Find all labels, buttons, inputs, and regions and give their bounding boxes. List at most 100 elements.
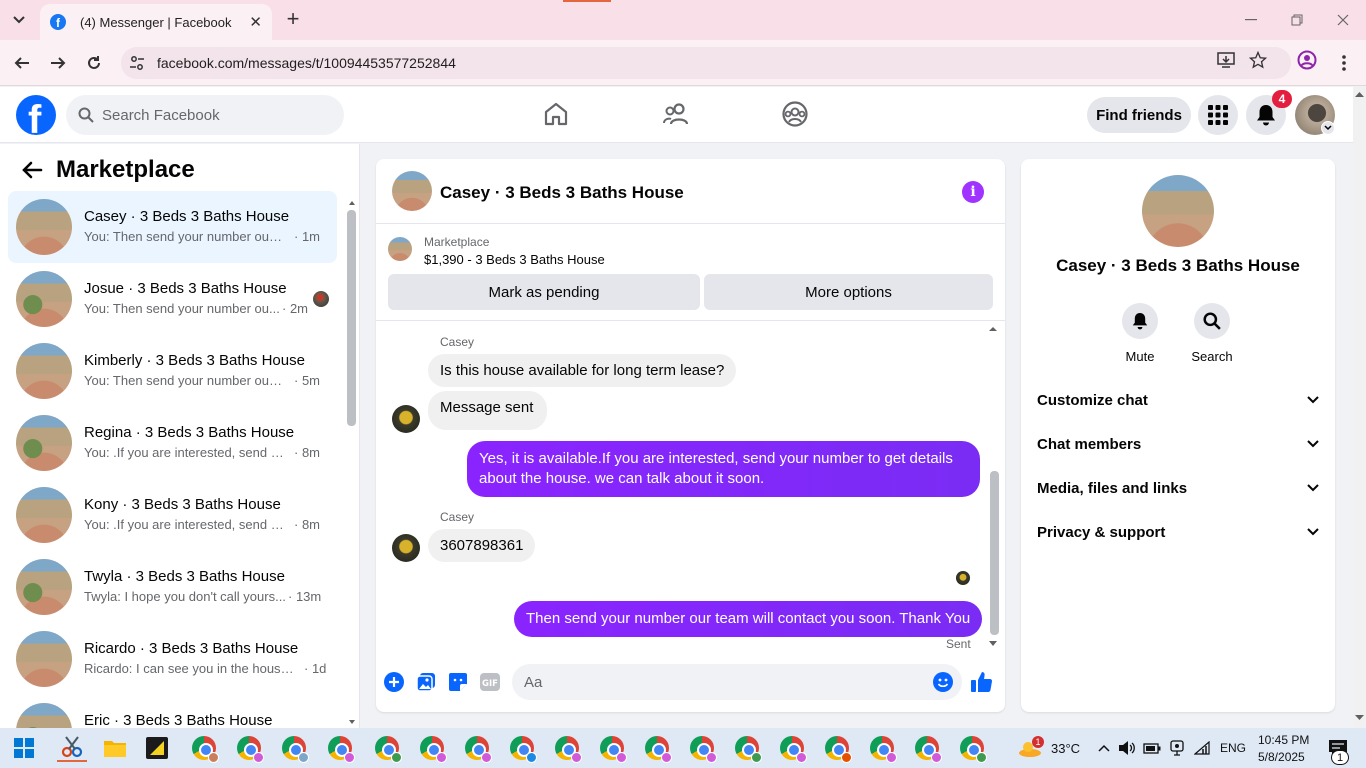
mute-button[interactable]: Mute (1110, 303, 1170, 364)
chrome-profile-icon[interactable] (552, 734, 582, 763)
conversation-item[interactable]: Josue · 3 Beds 3 Baths House You: Then s… (8, 263, 337, 335)
chrome-profile-icon[interactable] (822, 734, 852, 763)
account-chevron-icon[interactable] (1321, 121, 1335, 135)
sticker-icon[interactable] (447, 671, 469, 693)
incoming-message[interactable]: Message sent (428, 391, 548, 430)
meet-now-icon[interactable] (1164, 734, 1190, 762)
message-sender: Casey (440, 510, 475, 524)
friends-icon[interactable] (661, 99, 691, 129)
volume-icon[interactable] (1114, 734, 1140, 762)
clock-date[interactable]: 5/8/2025 (1258, 750, 1305, 764)
chrome-profile-icon[interactable] (957, 734, 987, 763)
chrome-profile-icon[interactable] (867, 734, 897, 763)
emoji-icon[interactable] (932, 671, 954, 693)
mark-as-pending-button[interactable]: Mark as pending (388, 274, 700, 310)
forward-arrow-icon[interactable] (45, 50, 71, 76)
tab-search-chevron-icon[interactable] (6, 8, 32, 32)
conversation-item[interactable]: Kimberly · 3 Beds 3 Baths House You: The… (8, 335, 337, 407)
search-in-conversation-button[interactable]: Search (1182, 303, 1242, 364)
chrome-profile-icon[interactable] (732, 734, 762, 763)
conversation-item[interactable]: Casey · 3 Beds 3 Baths House You: Then s… (8, 191, 337, 263)
back-arrow-icon[interactable] (20, 158, 44, 182)
back-arrow-icon[interactable] (9, 50, 35, 76)
snipping-tool-icon[interactable] (57, 734, 87, 762)
plus-icon[interactable] (383, 671, 405, 693)
search-input[interactable] (102, 106, 322, 124)
restore-icon[interactable] (1274, 8, 1320, 32)
conversation-item[interactable]: Regina · 3 Beds 3 Baths House You: .If y… (8, 407, 337, 479)
chat-avatar[interactable] (392, 171, 432, 211)
browser-profile-icon[interactable] (1297, 50, 1317, 70)
chrome-profile-icon[interactable] (462, 734, 492, 763)
install-app-icon[interactable] (1216, 50, 1236, 70)
bell-icon[interactable] (1122, 303, 1158, 339)
conversation-item[interactable]: Eric · 3 Beds 3 Baths House (8, 695, 337, 728)
chrome-profile-icon[interactable] (325, 734, 355, 763)
contact-avatar[interactable] (1142, 175, 1214, 247)
browser-menu-icon[interactable] (1334, 53, 1354, 73)
minimize-icon[interactable] (1228, 8, 1274, 32)
more-options-button[interactable]: More options (704, 274, 993, 310)
incoming-message[interactable]: 3607898361 (428, 529, 536, 562)
battery-plug-icon[interactable] (1139, 734, 1165, 762)
site-settings-icon[interactable] (129, 55, 145, 71)
outgoing-message[interactable]: Then send your number our team will cont… (514, 601, 983, 637)
address-bar[interactable]: facebook.com/messages/t/1009445357725284… (121, 47, 1291, 79)
file-explorer-icon[interactable] (100, 734, 130, 762)
new-tab-button[interactable]: + (282, 8, 304, 32)
info-icon[interactable]: i (962, 181, 984, 203)
chrome-profile-icon[interactable] (642, 734, 672, 763)
chrome-profile-icon[interactable] (279, 734, 309, 763)
chrome-profile-icon[interactable] (189, 734, 219, 763)
chat-scroll-thumb[interactable] (990, 471, 999, 635)
chrome-profile-icon[interactable] (597, 734, 627, 763)
media-files-links-row[interactable]: Media, files and links (1037, 470, 1319, 506)
sender-avatar[interactable] (392, 534, 420, 562)
photo-icon[interactable] (415, 671, 437, 693)
wifi-icon[interactable] (1189, 734, 1215, 762)
input-language[interactable]: ENG (1220, 741, 1246, 755)
search-icon[interactable] (1194, 303, 1230, 339)
gif-icon[interactable]: GIF (479, 671, 501, 693)
customize-chat-row[interactable]: Customize chat (1037, 382, 1319, 418)
chrome-profile-icon[interactable] (372, 734, 402, 763)
terminal-app-icon[interactable] (142, 734, 172, 762)
conversation-item[interactable]: Twyla · 3 Beds 3 Baths House Twyla: I ho… (8, 551, 337, 623)
facebook-logo-icon[interactable]: f (16, 95, 56, 135)
sender-avatar[interactable] (392, 405, 420, 433)
facebook-search[interactable] (66, 95, 344, 135)
section-label: Chat members (1037, 435, 1142, 453)
page-scrollbar[interactable] (1353, 87, 1366, 728)
chat-title[interactable]: Casey · 3 Beds 3 Baths House (440, 183, 684, 203)
conversation-item[interactable]: Ricardo · 3 Beds 3 Baths House Ricardo: … (8, 623, 337, 695)
window-accent-line (563, 0, 611, 2)
clock-time[interactable]: 10:45 PM (1258, 733, 1309, 747)
temperature[interactable]: 33°C (1051, 741, 1080, 756)
tab-close-icon[interactable]: ✕ (249, 13, 262, 31)
bookmark-star-icon[interactable] (1248, 50, 1268, 70)
incoming-message[interactable]: Is this house available for long term le… (428, 354, 737, 387)
find-friends-button[interactable]: Find friends (1087, 97, 1191, 133)
chrome-profile-icon[interactable] (777, 734, 807, 763)
chrome-profile-icon[interactable] (912, 734, 942, 763)
reload-icon[interactable] (81, 50, 107, 76)
message-input[interactable] (512, 664, 962, 700)
chrome-profile-icon[interactable] (687, 734, 717, 763)
privacy-support-row[interactable]: Privacy & support (1037, 514, 1319, 550)
groups-icon[interactable] (780, 99, 810, 129)
outgoing-message[interactable]: Yes, it is available.If you are interest… (467, 441, 980, 497)
conversation-time: · 5m (294, 373, 320, 388)
like-thumb-icon[interactable] (971, 671, 993, 693)
browser-tab-messenger[interactable]: f (4) Messenger | Facebook ✕ (40, 4, 272, 40)
chrome-profile-icon[interactable] (417, 734, 447, 763)
sidebar-scroll-thumb[interactable] (347, 210, 356, 426)
conversation-preview: Twyla: I hope you don't call yours... (84, 589, 286, 604)
windows-start-icon[interactable] (9, 734, 39, 762)
conversation-item[interactable]: Kony · 3 Beds 3 Baths House You: .If you… (8, 479, 337, 551)
menu-grid-icon[interactable] (1198, 95, 1238, 135)
chat-members-row[interactable]: Chat members (1037, 426, 1319, 462)
home-icon[interactable] (541, 99, 571, 129)
chrome-profile-icon[interactable] (507, 734, 537, 763)
close-window-icon[interactable] (1320, 8, 1366, 32)
chrome-profile-icon[interactable] (234, 734, 264, 763)
